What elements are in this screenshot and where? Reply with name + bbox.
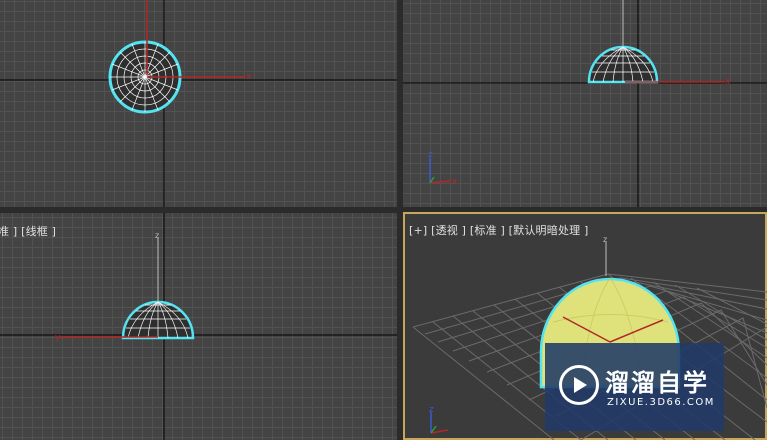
- viewport-left-canvas: z y: [0, 213, 397, 440]
- viewport-perspective-label[interactable]: [+] [透视 ] [标准 ] [默认明暗处理 ]: [409, 222, 589, 238]
- watermark-badge: 溜溜自学 ZIXUE.3D66.COM: [545, 343, 724, 431]
- watermark-url: ZIXUE.3D66.COM: [607, 397, 715, 408]
- gizmo-y-label: y: [55, 333, 61, 343]
- tripod-x-label: x: [452, 177, 458, 187]
- viewport-left-label[interactable]: 准 ] [线框 ]: [0, 223, 56, 239]
- gizmo-z-label: z: [155, 231, 159, 240]
- hemisphere-left-wireframe[interactable]: [121, 300, 195, 340]
- hemisphere-front-wireframe[interactable]: [587, 45, 659, 84]
- gizmo-x-label: x: [725, 77, 731, 87]
- watermark-name: 溜溜自学: [605, 369, 709, 397]
- axis-tripod-icon: z: [429, 405, 449, 434]
- tripod-z-label: z: [429, 405, 434, 415]
- viewport-top-canvas: x: [0, 0, 397, 207]
- play-logo-icon: [559, 365, 599, 405]
- axis-tripod-icon: z x: [428, 150, 458, 187]
- viewport-left[interactable]: z y 准 ] [线框 ]: [0, 213, 397, 440]
- tripod-z-label: z: [428, 150, 433, 160]
- viewport-front[interactable]: x z x: [403, 0, 767, 207]
- gizmo-z-label: z: [603, 235, 607, 244]
- viewport-top[interactable]: x: [0, 0, 397, 207]
- gizmo-x-label: x: [246, 72, 252, 82]
- viewport-front-canvas: x z x: [403, 0, 767, 207]
